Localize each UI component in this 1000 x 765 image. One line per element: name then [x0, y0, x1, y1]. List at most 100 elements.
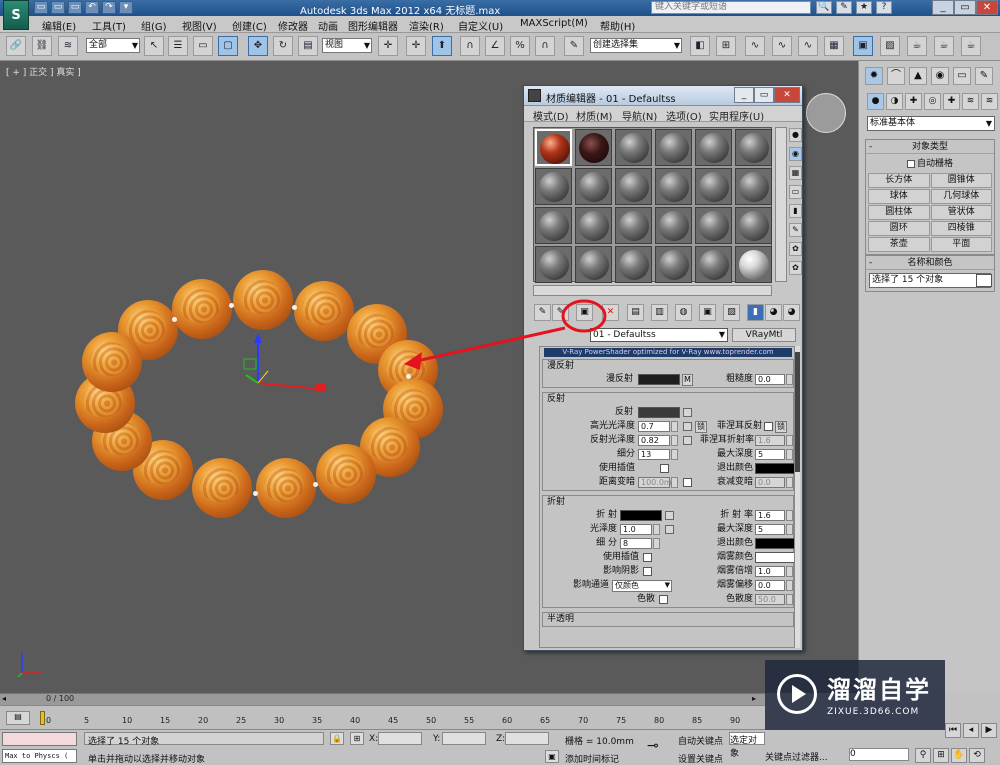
search-icon[interactable]: 🔍 — [816, 1, 832, 14]
ior-spinner[interactable] — [786, 510, 793, 521]
menu-graph-editors[interactable]: 图形编辑器 — [348, 18, 398, 33]
space-warps-icon[interactable]: ≋ — [962, 93, 979, 110]
undo-button[interactable]: ↶ — [85, 1, 99, 14]
select-by-name-icon[interactable]: ☰ — [168, 36, 188, 56]
bracelet-bead[interactable] — [172, 279, 232, 339]
quick-access-dropdown[interactable]: ▾ — [119, 1, 133, 14]
sample-slot[interactable] — [695, 207, 732, 244]
sphere-button[interactable]: 球体 — [868, 189, 930, 204]
motion-tab[interactable]: ◉ — [931, 67, 949, 85]
bracelet-bead[interactable] — [256, 458, 316, 518]
z-coordinate-field[interactable] — [505, 732, 549, 745]
put-to-library-icon[interactable]: ▥ — [651, 304, 668, 321]
cone-button[interactable]: 圆锥体 — [930, 173, 992, 188]
refract-map-button[interactable] — [665, 511, 674, 520]
schematic-view-icon[interactable]: ▦ — [824, 36, 844, 56]
rollout-title[interactable]: - 对象类型 — [866, 140, 994, 154]
edit-named-selection-icon[interactable]: ✎ — [564, 36, 584, 56]
search-input[interactable]: 键入关键字或短语 — [651, 1, 811, 14]
x-coordinate-field[interactable] — [378, 732, 422, 745]
menu-group[interactable]: 组(G) — [141, 18, 167, 33]
time-tag-icon[interactable]: ▣ — [545, 750, 559, 763]
bracelet-bead[interactable] — [316, 444, 376, 504]
go-forward-sibling-icon[interactable]: ◕ — [765, 304, 782, 321]
refr-gloss-map-button[interactable] — [665, 525, 674, 534]
fresnel-ior-field[interactable]: 1.6 — [755, 435, 785, 446]
window-crossing-icon[interactable]: ▢ — [218, 36, 238, 56]
fresnel-lock-button[interactable]: 锁 — [775, 421, 787, 433]
refract-color-swatch[interactable] — [620, 510, 662, 521]
object-name-field[interactable]: 选择了 15 个对象 — [869, 273, 992, 288]
me-menu-utilities[interactable]: 实用程序(U) — [709, 108, 764, 123]
material-id-icon[interactable]: ◍ — [675, 304, 692, 321]
refr-subdivs-spinner[interactable] — [653, 538, 660, 549]
sample-slot[interactable] — [735, 246, 772, 283]
menu-animation[interactable]: 动画 — [318, 18, 338, 33]
box-button[interactable]: 长方体 — [868, 173, 930, 188]
pivot-center-icon[interactable]: ✛ — [378, 36, 398, 56]
autogrid-checkbox[interactable]: 自动栅格 — [866, 154, 994, 171]
scrollbar-thumb[interactable] — [795, 352, 800, 472]
refr-subdivs-field[interactable]: 8 — [620, 538, 652, 549]
move-gizmo[interactable] — [230, 331, 340, 401]
backlight-icon[interactable]: ◉ — [789, 147, 802, 161]
refl-max-depth-spinner[interactable] — [786, 449, 793, 460]
ior-field[interactable]: 1.6 — [755, 510, 785, 521]
bracelet-bead[interactable] — [82, 332, 142, 392]
material-editor-icon[interactable]: ▣ — [853, 36, 873, 56]
translucency-group-title[interactable]: 半透明 — [543, 613, 793, 626]
reflect-map-button[interactable] — [683, 408, 692, 417]
options-icon[interactable]: ✿ — [789, 242, 802, 256]
me-menu-navigation[interactable]: 导航(N) — [622, 108, 657, 123]
fog-mult-spinner[interactable] — [786, 566, 793, 577]
keyboard-shortcut-icon[interactable]: ⬆ — [432, 36, 452, 56]
sample-horizontal-scrollbar[interactable] — [533, 285, 772, 296]
prev-frame-icon[interactable]: ◂ — [963, 723, 979, 738]
sample-slot[interactable] — [535, 246, 572, 283]
zoom-all-icon[interactable]: ⊞ — [933, 748, 949, 763]
refl-gloss-map-button[interactable] — [683, 436, 692, 445]
sample-slot[interactable] — [615, 129, 652, 166]
fog-bias-field[interactable]: 0.0 — [755, 580, 785, 591]
hilight-gloss-spinner[interactable] — [671, 421, 678, 432]
track-mini-curve-icon[interactable]: ▤ — [6, 711, 30, 725]
viewport-label[interactable]: [ + ] 正交 ] 真实 ] — [6, 65, 81, 78]
rollout-title[interactable]: - 名称和颜色 — [866, 256, 994, 270]
render-iterative-icon[interactable]: ☕ — [961, 36, 981, 56]
shapes-icon[interactable]: ◑ — [886, 93, 903, 110]
refr-exit-color-swatch[interactable] — [755, 538, 795, 549]
graphite-ribbon-icon[interactable]: ∿ — [772, 36, 792, 56]
dim-falloff-spinner[interactable] — [786, 477, 793, 488]
time-slider[interactable]: 0 / 100 ◂ ▸ — [0, 693, 765, 705]
menu-views[interactable]: 视图(V) — [182, 18, 217, 33]
create-tab[interactable]: ✹ — [865, 67, 883, 85]
select-object-icon[interactable]: ↖ — [144, 36, 164, 56]
sample-slot[interactable] — [535, 207, 572, 244]
bracelet-bead[interactable] — [192, 458, 252, 518]
app-logo[interactable]: S — [3, 0, 29, 30]
maxscript-output[interactable]: Max to Physcs ( — [2, 749, 77, 763]
teapot-button[interactable]: 茶壶 — [868, 237, 930, 252]
select-rotate-icon[interactable]: ↻ — [273, 36, 293, 56]
sample-slot[interactable] — [535, 168, 572, 205]
zoom-icon[interactable]: ⚲ — [915, 748, 931, 763]
render-production-icon[interactable]: ☕ — [934, 36, 954, 56]
maxscript-listener-input[interactable] — [2, 732, 77, 746]
refr-max-depth-field[interactable]: 5 — [755, 524, 785, 535]
fog-mult-field[interactable]: 1.0 — [755, 566, 785, 577]
affect-channels-dropdown[interactable]: 仅颜色 ▼ — [612, 580, 672, 592]
unlink-icon[interactable]: ⛓ — [32, 36, 52, 56]
sample-slot[interactable] — [735, 207, 772, 244]
sample-slot[interactable] — [655, 168, 692, 205]
sample-uv-tiling-icon[interactable]: ▭ — [789, 185, 802, 199]
pick-from-object-icon[interactable]: ◕ — [783, 304, 800, 321]
sample-vertical-scrollbar[interactable] — [775, 127, 787, 282]
subscription-icon[interactable]: ✎ — [836, 1, 852, 14]
viewcube[interactable] — [806, 93, 846, 133]
cylinder-button[interactable]: 圆柱体 — [868, 205, 930, 220]
me-menu-options[interactable]: 选项(O) — [666, 108, 702, 123]
geosphere-button[interactable]: 几何球体 — [930, 189, 992, 204]
mirror-icon[interactable]: ◧ — [690, 36, 710, 56]
sample-slot[interactable] — [535, 129, 572, 166]
maximize-button[interactable]: ▭ — [954, 0, 976, 15]
